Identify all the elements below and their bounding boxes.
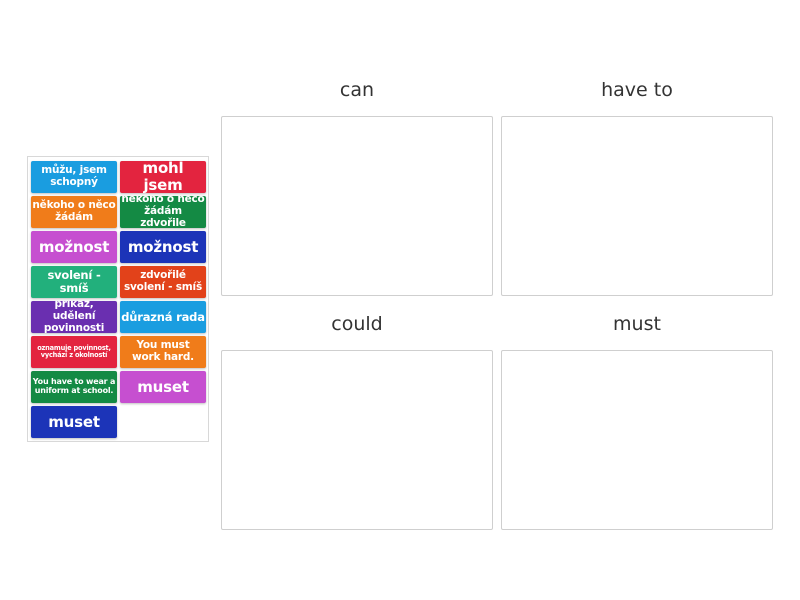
zone-title-can: can bbox=[339, 79, 375, 101]
card-label: někoho o něco žádám zdvořile bbox=[121, 196, 205, 228]
zone-title-must: must bbox=[613, 313, 661, 335]
card-label: příkaz, udělení povinnosti bbox=[43, 301, 105, 333]
card-muset[interactable]: muset bbox=[31, 406, 117, 438]
card-label: muset bbox=[48, 412, 100, 431]
zone-title-could: could bbox=[331, 313, 383, 335]
card-moznost[interactable]: možnost bbox=[120, 231, 206, 263]
card-label: mohl jsem bbox=[142, 161, 184, 193]
card-you-have-to-wear-uniform[interactable]: You have to wear a uniform at school. bbox=[31, 371, 117, 403]
card-label: svolení - smíš bbox=[47, 268, 101, 295]
card-label: důrazná rada bbox=[121, 309, 205, 324]
card-nekoho-o-neco-zadam[interactable]: někoho o něco žádám bbox=[31, 196, 117, 228]
card-moznost[interactable]: možnost bbox=[31, 231, 117, 263]
card-label: můžu, jsem schopný bbox=[41, 164, 107, 188]
card-label: oznamuje povinnost, vychází z okolností bbox=[37, 343, 111, 359]
card-label: možnost bbox=[127, 237, 199, 256]
card-label: možnost bbox=[38, 237, 110, 256]
card-label: You must work hard. bbox=[132, 339, 194, 363]
card-zdvorile-svoleni-smis[interactable]: zdvořilé svolení - smíš bbox=[120, 266, 206, 298]
card-nekoho-o-neco-zadam-zdvorile[interactable]: někoho o něco žádám zdvořile bbox=[120, 196, 206, 228]
card-svoleni-smis[interactable]: svolení - smíš bbox=[31, 266, 117, 298]
card-you-must-work-hard[interactable]: You must work hard. bbox=[120, 336, 206, 368]
card-mozu-jsem-schopny[interactable]: můžu, jsem schopný bbox=[31, 161, 117, 193]
drop-zone-have-to[interactable] bbox=[501, 116, 773, 296]
group-sort-activity: můžu, jsem schopný mohl jsem někoho o ně… bbox=[0, 0, 800, 600]
zone-title-have-to: have to bbox=[601, 79, 673, 101]
drop-zone-could[interactable] bbox=[221, 350, 493, 530]
card-label: You have to wear a uniform at school. bbox=[32, 377, 116, 395]
card-prikaz-udeleni-povinnosti[interactable]: příkaz, udělení povinnosti bbox=[31, 301, 117, 333]
card-label: zdvořilé svolení - smíš bbox=[123, 269, 202, 293]
card-muset[interactable]: muset bbox=[120, 371, 206, 403]
card-bank: můžu, jsem schopný mohl jsem někoho o ně… bbox=[27, 156, 209, 442]
card-mohl-jsem[interactable]: mohl jsem bbox=[120, 161, 206, 193]
drop-zone-can[interactable] bbox=[221, 116, 493, 296]
card-label: muset bbox=[137, 377, 189, 396]
drop-zone-must[interactable] bbox=[501, 350, 773, 530]
card-durazna-rada[interactable]: důrazná rada bbox=[120, 301, 206, 333]
card-label: někoho o něco žádám bbox=[32, 199, 116, 223]
card-oznamuje-povinnost[interactable]: oznamuje povinnost, vychází z okolností bbox=[31, 336, 117, 368]
